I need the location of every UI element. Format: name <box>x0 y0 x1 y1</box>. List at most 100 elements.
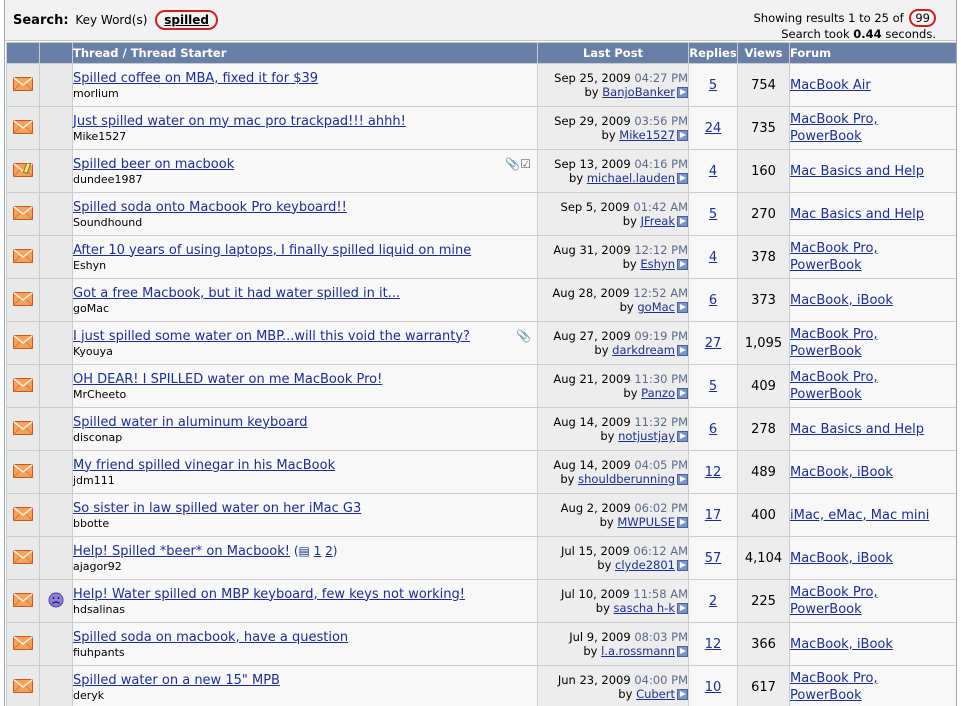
thread-starter[interactable]: dundee1987 <box>73 173 537 186</box>
last-post-user-link[interactable]: darkdream <box>612 343 675 357</box>
thread-starter[interactable]: goMac <box>73 302 537 315</box>
thread-title-link[interactable]: Spilled soda onto Macbook Pro keyboard!! <box>73 200 347 215</box>
forum-link[interactable]: MacBook, iBook <box>790 293 893 308</box>
goto-last-post-icon[interactable] <box>677 216 688 227</box>
goto-last-post-icon[interactable] <box>677 474 688 485</box>
thread-title-link[interactable]: OH DEAR! I SPILLED water on me MacBook P… <box>73 372 382 387</box>
thread-title-link[interactable]: Just spilled water on my mac pro trackpa… <box>73 114 406 129</box>
thread-title-link[interactable]: I just spilled some water on MBP...will … <box>73 329 470 344</box>
replies-link[interactable]: 4 <box>709 164 717 179</box>
thread-starter[interactable]: bbotte <box>73 517 537 530</box>
header-last-post[interactable]: Last Post <box>537 42 689 64</box>
forum-link[interactable]: MacBook, iBook <box>790 637 893 652</box>
thread-starter[interactable]: deryk <box>73 689 537 702</box>
search-keyword-link[interactable]: spilled <box>155 10 219 30</box>
thread-starter[interactable]: disconap <box>73 431 537 444</box>
last-post-user-link[interactable]: MWPULSE <box>617 515 675 529</box>
replies-cell: 12 <box>688 450 738 494</box>
thread-starter[interactable]: fiuhpants <box>73 646 537 659</box>
thread-title-link[interactable]: Spilled coffee on MBA, fixed it for $39 <box>73 71 318 86</box>
goto-last-post-icon[interactable] <box>677 302 688 313</box>
last-post-user-link[interactable]: clyde2801 <box>615 558 675 572</box>
thread-starter[interactable]: hdsalinas <box>73 603 537 616</box>
thread-starter[interactable]: Eshyn <box>73 259 537 272</box>
replies-link[interactable]: 6 <box>709 422 717 437</box>
forum-link[interactable]: Mac Basics and Help <box>790 164 924 179</box>
thread-title-link[interactable]: Help! Spilled *beer* on Macbook! <box>73 544 290 559</box>
last-post-user-link[interactable]: Eshyn <box>640 257 675 271</box>
goto-last-post-icon[interactable] <box>677 345 688 356</box>
forum-link[interactable]: MacBook Pro, PowerBook <box>790 327 878 359</box>
forum-link[interactable]: MacBook Pro, PowerBook <box>790 585 878 617</box>
replies-link[interactable]: 12 <box>705 465 722 480</box>
thread-title-link[interactable]: Spilled water on a new 15" MPB <box>73 673 280 688</box>
goto-last-post-icon[interactable] <box>677 173 688 184</box>
thread-starter[interactable]: morlium <box>73 87 537 100</box>
last-post-user-link[interactable]: goMac <box>637 300 675 314</box>
replies-link[interactable]: 5 <box>709 379 717 394</box>
forum-cell: MacBook, iBook <box>789 622 956 666</box>
thread-title-link[interactable]: Got a free Macbook, but it had water spi… <box>73 286 400 301</box>
last-post-user-link[interactable]: Panzo <box>641 386 675 400</box>
thread-title-link[interactable]: Spilled beer on macbook <box>73 157 234 172</box>
thread-title-link[interactable]: Spilled water in aluminum keyboard <box>73 415 308 430</box>
replies-link[interactable]: 5 <box>709 78 717 93</box>
last-post-user-link[interactable]: michael.lauden <box>587 171 675 185</box>
thread-starter[interactable]: Soundhound <box>73 216 537 229</box>
thread-title-link[interactable]: My friend spilled vinegar in his MacBook <box>73 458 335 473</box>
goto-last-post-icon[interactable] <box>677 130 688 141</box>
replies-link[interactable]: 5 <box>709 207 717 222</box>
last-post-user-link[interactable]: BanjoBanker <box>602 85 675 99</box>
replies-link[interactable]: 57 <box>705 551 722 566</box>
thread-title-link[interactable]: Spilled soda on macbook, have a question <box>73 630 348 645</box>
thread-title-link[interactable]: After 10 years of using laptops, I final… <box>73 243 471 258</box>
forum-link[interactable]: MacBook Pro, PowerBook <box>790 112 878 144</box>
header-replies[interactable]: Replies <box>688 42 738 64</box>
replies-link[interactable]: 17 <box>705 508 722 523</box>
thread-title-link[interactable]: Help! Water spilled on MBP keyboard, few… <box>73 587 465 602</box>
forum-link[interactable]: MacBook Pro, PowerBook <box>790 370 878 402</box>
last-post-user-link[interactable]: JFreak <box>641 214 675 228</box>
page-link[interactable]: 2 <box>325 544 333 558</box>
goto-last-post-icon[interactable] <box>677 388 688 399</box>
replies-link[interactable]: 6 <box>709 293 717 308</box>
goto-last-post-icon[interactable] <box>677 431 688 442</box>
forum-link[interactable]: MacBook Air <box>790 78 871 93</box>
thread-starter[interactable]: MrCheeto <box>73 388 537 401</box>
goto-last-post-icon[interactable] <box>677 646 688 657</box>
page-link[interactable]: 1 <box>314 544 322 558</box>
last-post-user-link[interactable]: Mike1527 <box>619 128 675 142</box>
last-post-user-link[interactable]: notjustjay <box>618 429 675 443</box>
goto-last-post-icon[interactable] <box>677 603 688 614</box>
thread-starter[interactable]: ajagor92 <box>73 560 537 573</box>
thread-title-link[interactable]: So sister in law spilled water on her iM… <box>73 501 361 516</box>
forum-link[interactable]: iMac, eMac, Mac mini <box>790 508 929 523</box>
header-views[interactable]: Views <box>737 42 790 64</box>
goto-last-post-icon[interactable] <box>677 259 688 270</box>
thread-starter[interactable]: jdm111 <box>73 474 537 487</box>
thread-starter[interactable]: Mike1527 <box>73 130 537 143</box>
forum-link[interactable]: MacBook Pro, PowerBook <box>790 671 878 703</box>
goto-last-post-icon[interactable] <box>677 87 688 98</box>
goto-last-post-icon[interactable] <box>677 560 688 571</box>
forum-link[interactable]: MacBook, iBook <box>790 465 893 480</box>
header-thread[interactable]: Thread / Thread Starter <box>72 42 538 64</box>
header-forum[interactable]: Forum <box>789 42 956 64</box>
replies-link[interactable]: 27 <box>705 336 722 351</box>
goto-last-post-icon[interactable] <box>677 517 688 528</box>
forum-link[interactable]: MacBook, iBook <box>790 551 893 566</box>
last-post-user-link[interactable]: sascha h-k <box>614 601 675 615</box>
replies-link[interactable]: 24 <box>705 121 722 136</box>
forum-link[interactable]: Mac Basics and Help <box>790 422 924 437</box>
forum-link[interactable]: MacBook Pro, PowerBook <box>790 241 878 273</box>
replies-link[interactable]: 12 <box>705 637 722 652</box>
last-post-user-link[interactable]: Cubert <box>636 687 675 701</box>
last-post-user-link[interactable]: shouldberunning <box>578 472 675 486</box>
replies-link[interactable]: 2 <box>709 594 717 609</box>
goto-last-post-icon[interactable] <box>677 689 688 700</box>
last-post-user-link[interactable]: l.a.rossmann <box>601 644 675 658</box>
thread-starter[interactable]: Kyouya <box>73 345 537 358</box>
forum-link[interactable]: Mac Basics and Help <box>790 207 924 222</box>
replies-link[interactable]: 4 <box>709 250 717 265</box>
replies-link[interactable]: 10 <box>705 680 722 695</box>
